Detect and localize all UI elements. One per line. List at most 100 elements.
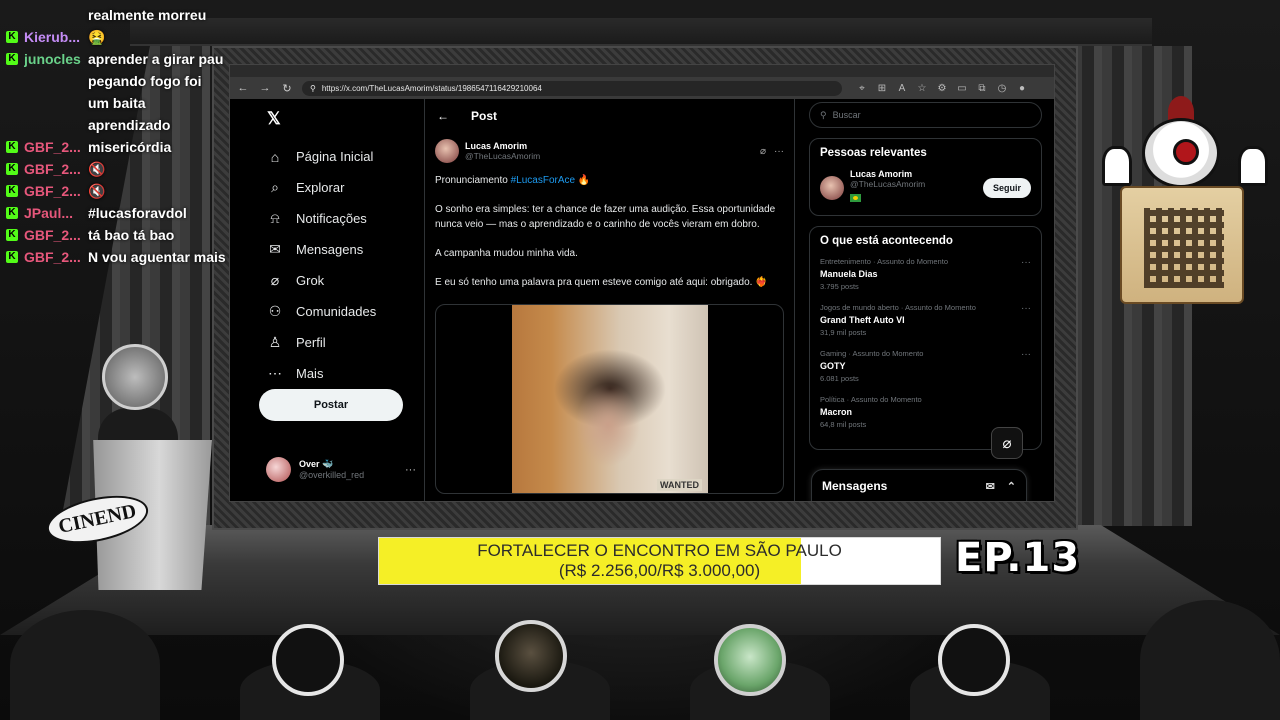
trend-item[interactable]: Política · Assunto do Momento Macron 64,…	[820, 395, 1031, 429]
viewer-avatar-slot	[272, 624, 344, 696]
nav-item-messages[interactable]: ✉ Mensagens	[266, 234, 376, 265]
nav-label: Mais	[296, 366, 324, 381]
messages-drawer-title: Mensagens	[822, 479, 888, 493]
forward-arrow-icon[interactable]: →	[258, 82, 272, 94]
video-frame: WANTED	[512, 305, 708, 493]
more-options-icon[interactable]: ···	[1021, 257, 1031, 268]
trend-item[interactable]: Entretenimento · Assunto do Momento Manu…	[820, 257, 1031, 291]
x-logo-icon[interactable]: 𝕏	[267, 109, 281, 129]
profile-avatar-icon[interactable]: ●	[1016, 83, 1028, 94]
back-arrow-icon[interactable]: ←	[437, 109, 449, 123]
chat-username[interactable]: GBF_2...	[24, 158, 88, 180]
nav-item-profile[interactable]: ♙ Perfil	[266, 327, 376, 358]
presenter-head	[102, 344, 168, 410]
more-options-icon[interactable]: ···	[774, 146, 784, 157]
tweet-video[interactable]: WANTED	[435, 304, 784, 494]
avatar	[820, 176, 844, 200]
x-sidebar: 𝕏 ⌂ Página Inicial ⌕ Explorar ⍾ Notifica…	[230, 99, 425, 501]
chat-message: K GBF_2... 🔇	[6, 158, 226, 180]
nav-label: Notificações	[296, 211, 367, 226]
trend-count: 6.081 posts	[820, 374, 859, 383]
right-sidebar: ⚲ Buscar Pessoas relevantes Lucas Amorim…	[795, 99, 1054, 501]
chat-message: K GBF_2... misericórdia	[6, 136, 226, 158]
card-title: Pessoas relevantes	[820, 147, 927, 159]
grok-explain-icon[interactable]: ⌀	[760, 146, 766, 157]
podium-presenter	[80, 340, 230, 590]
nav-item-grok[interactable]: ⌀ Grok	[266, 265, 376, 296]
post-button[interactable]: Postar	[259, 389, 403, 421]
site-info-icon[interactable]: ⚲	[310, 84, 316, 93]
extensions-icon[interactable]: ⚙	[936, 83, 948, 94]
chat-username[interactable]: JPaul...	[24, 202, 88, 224]
trend-category: Entretenimento · Assunto do Momento	[820, 257, 948, 266]
nav-item-explore[interactable]: ⌕ Explorar	[266, 172, 376, 203]
chat-username[interactable]: GBF_2...	[24, 246, 88, 268]
reload-icon[interactable]: ↻	[280, 82, 294, 95]
trend-count: 3.795 posts	[820, 282, 859, 291]
chat-username[interactable]: GBF_2...	[24, 136, 88, 158]
tweet-text: Pronunciamento #LucasForAce 🔥 O sonho er…	[435, 173, 784, 290]
account-switcher[interactable]: Over 🐳 @overkilled_red ···	[266, 457, 416, 482]
nav-item-more[interactable]: ⋯ Mais	[266, 358, 376, 389]
nav-label: Grok	[296, 273, 325, 288]
kick-badge-icon: K	[6, 141, 18, 153]
nav-label: Perfil	[296, 335, 326, 350]
x-nav-list: ⌂ Página Inicial ⌕ Explorar ⍾ Notificaçõ…	[266, 141, 376, 389]
nav-item-communities[interactable]: ⚇ Comunidades	[266, 296, 377, 327]
new-message-icon[interactable]: ✉	[986, 480, 995, 493]
messages-drawer[interactable]: Mensagens ✉ ⌃	[811, 469, 1027, 501]
viewer-avatar-slot	[714, 624, 786, 696]
relevant-person[interactable]: Lucas Amorim @TheLucasAmorim Seguir	[820, 169, 1031, 207]
nav-item-notifications[interactable]: ⍾ Notificações	[266, 203, 376, 234]
chat-username[interactable]: Kierub...	[24, 26, 88, 48]
trend-title: GOTY	[820, 361, 846, 371]
chat-message: K JPaul... #lucasforavdol	[6, 202, 226, 224]
chat-username[interactable]: GBF_2...	[24, 180, 88, 202]
hashtag-link[interactable]: #LucasForAce	[511, 175, 575, 186]
avatar	[266, 457, 291, 482]
audience-silhouette	[10, 610, 160, 720]
kick-badge-icon: K	[6, 251, 18, 263]
account-handle: @overkilled_red	[299, 470, 365, 480]
favorite-star-icon[interactable]: ☆	[916, 83, 928, 94]
account-name: Over 🐳	[299, 459, 334, 469]
chat-message: K GBF_2... tá bao tá bao	[6, 224, 226, 246]
apps-icon[interactable]: ⊞	[876, 83, 888, 94]
qr-code[interactable]	[1144, 208, 1224, 288]
chat-text: 🤮	[88, 29, 106, 45]
history-icon[interactable]: ◷	[996, 83, 1008, 94]
more-options-icon[interactable]: ···	[405, 464, 416, 476]
grok-fab-icon[interactable]: ⌀	[991, 427, 1023, 459]
chat-message: K GBF_2... 🔇	[6, 180, 226, 202]
url-field[interactable]: ⚲ https://x.com/TheLucasAmorim/status/19…	[302, 80, 842, 96]
search-icon: ⌕	[271, 179, 279, 195]
avatar[interactable]	[435, 139, 459, 163]
nav-label: Página Inicial	[296, 149, 374, 164]
goal-title: FORTALECER O ENCONTRO EM SÃO PAULO	[477, 541, 842, 560]
more-options-icon[interactable]: ···	[1021, 303, 1031, 314]
follow-button[interactable]: Seguir	[982, 178, 1031, 198]
x-app: 𝕏 ⌂ Página Inicial ⌕ Explorar ⍾ Notifica…	[230, 99, 1054, 501]
kick-badge-icon: K	[6, 185, 18, 197]
chat-username[interactable]: GBF_2...	[24, 224, 88, 246]
tweet-author: Lucas Amorim @TheLucasAmorim ⌀ ···	[435, 139, 784, 163]
trend-category: Jogos de mundo aberto · Assunto do Momen…	[820, 303, 976, 312]
trend-title: Macron	[820, 407, 853, 417]
collections-icon[interactable]: ⧉	[976, 83, 988, 94]
chat-message: realmente morreu	[6, 4, 226, 26]
nav-item-home[interactable]: ⌂ Página Inicial	[266, 141, 376, 172]
expand-chevron-icon[interactable]: ⌃	[1007, 480, 1016, 493]
chat-text: #lucasforavdol	[88, 205, 187, 221]
trend-item[interactable]: Jogos de mundo aberto · Assunto do Momen…	[820, 303, 1031, 337]
chat-text: aprender a girar pau pegando fogo foi um…	[88, 51, 224, 133]
post-header-title: Post	[471, 109, 498, 123]
back-arrow-icon[interactable]: ←	[236, 82, 250, 94]
chat-username[interactable]: junocles	[24, 48, 88, 70]
trend-item[interactable]: Gaming · Assunto do Momento GOTY 6.081 p…	[820, 349, 1031, 383]
location-icon[interactable]: ⌖	[856, 83, 868, 94]
author-name[interactable]: Lucas Amorim	[465, 141, 540, 151]
more-options-icon[interactable]: ···	[1021, 349, 1031, 360]
search-input[interactable]: ⚲ Buscar	[809, 102, 1042, 128]
split-screen-icon[interactable]: ▭	[956, 83, 968, 94]
read-aloud-icon[interactable]: A	[896, 83, 908, 94]
